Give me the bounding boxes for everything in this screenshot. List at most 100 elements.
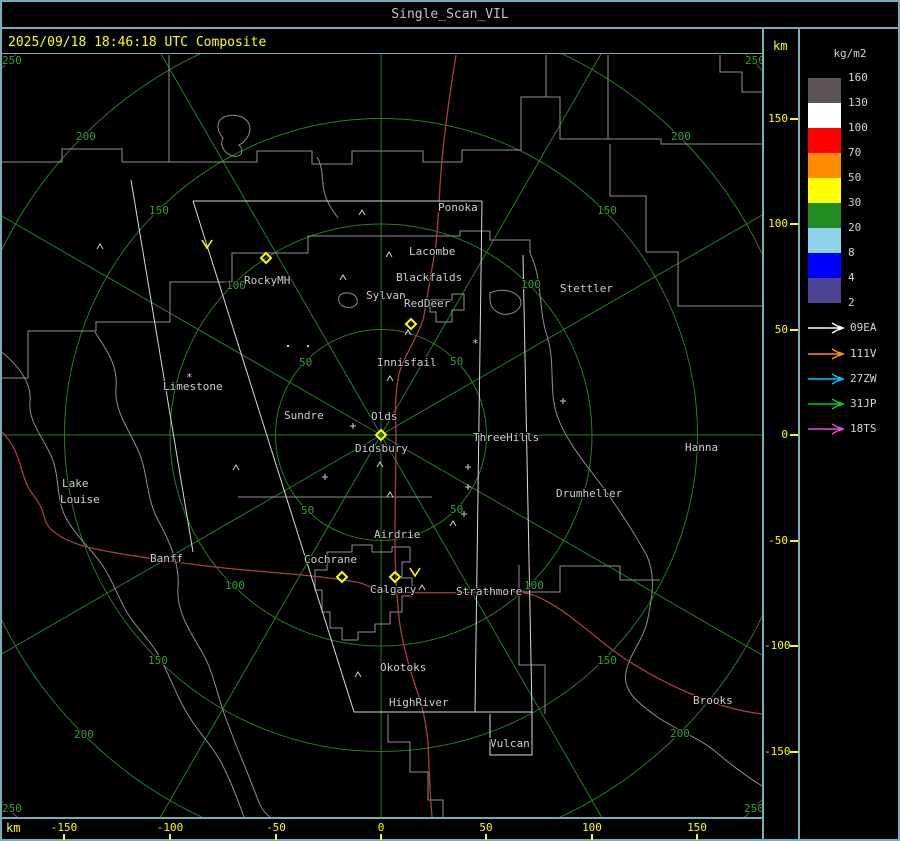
y-axis-tick (790, 434, 798, 436)
svg-text:50: 50 (450, 355, 463, 368)
x-axis-tick (485, 834, 487, 840)
y-axis-tick (790, 540, 798, 542)
svg-text:150: 150 (597, 654, 617, 667)
svg-text:250: 250 (2, 54, 22, 67)
x-axis-label--100: -100 (156, 821, 184, 834)
radar-coverage-outline (130, 179, 533, 756)
svg-text:100: 100 (524, 579, 544, 592)
svg-text:100: 100 (226, 279, 246, 292)
legend-scale-value-8: 8 (848, 246, 855, 259)
radar-site-diamond-icon (388, 570, 402, 584)
legend-scale-value-70: 70 (848, 146, 862, 159)
vector-label-09EA: 09EA (850, 321, 877, 334)
y-axis-label--100: -100 (764, 639, 791, 652)
y-axis-label--50: -50 (768, 534, 788, 547)
x-axis: km -150 -100 -50 0 50 100 150 (0, 818, 763, 841)
vector-arrow-icon-31JP (808, 397, 848, 411)
vector-arrow-icon-111V (808, 347, 848, 361)
radar-map[interactable]: 250 250 250 250 200 200 200 200 150 150 150 150 100 1… (2, 54, 762, 817)
x-axis-label-50: 50 (479, 821, 493, 834)
legend-color-box (808, 203, 841, 228)
x-axis-label-0: 0 (377, 821, 385, 834)
x-axis-tick (169, 834, 171, 840)
svg-text:50: 50 (299, 356, 312, 369)
y-axis-unit-label: km (773, 39, 788, 53)
city-label-calgary: Calgary (370, 583, 417, 596)
svg-text:150: 150 (149, 204, 169, 217)
svg-text:250: 250 (744, 802, 762, 815)
city-label-threehills: ThreeHills (473, 431, 539, 444)
legend-color-box (808, 278, 841, 303)
svg-text:100: 100 (521, 278, 541, 291)
city-label-limestone: Limestone (163, 380, 223, 393)
vector-label-111V: 111V (850, 347, 877, 360)
svg-text:150: 150 (148, 654, 168, 667)
legend-scale-value-160: 160 (848, 71, 868, 84)
svg-text:*: * (472, 337, 479, 350)
legend-scale-value-2: 2 (848, 296, 855, 309)
radar-map-canvas[interactable]: 250 250 250 250 200 200 200 200 150 150 150 150 100 1… (2, 54, 762, 817)
y-axis: km 150 100 50 0 -50 -100 -150 (764, 29, 798, 841)
city-label-rockymh: RockyMH (244, 274, 290, 287)
y-axis-tick (790, 118, 798, 120)
window-title: Single_Scan_VIL (391, 7, 509, 22)
y-axis-label-50: 50 (774, 323, 788, 336)
storm-vector-icon (409, 567, 421, 578)
legend-scale-value-30: 30 (848, 196, 862, 209)
legend-color-box (808, 253, 841, 278)
city-label-cochrane: Cochrane (304, 553, 357, 566)
city-label-vulcan: Vulcan (490, 737, 530, 750)
city-label-sylvan: Sylvan (366, 289, 406, 302)
city-label-louise: Louise (60, 493, 100, 506)
city-label-airdrie: Airdrie (374, 528, 420, 541)
legend-scale-value-4: 4 (848, 271, 855, 284)
svg-text:250: 250 (745, 54, 762, 67)
x-axis-tick (380, 834, 382, 840)
x-axis-tick (591, 834, 593, 840)
city-label-reddeer: RedDeer (404, 297, 451, 310)
svg-text:200: 200 (76, 130, 96, 143)
x-axis-label-100: 100 (582, 821, 602, 834)
svg-text:250: 250 (2, 802, 22, 815)
legend-panel: kg/m2 160 130 100 70 50 30 20 8 4 2 09EA 111V 27ZW 31… (800, 29, 900, 841)
y-axis-label-0: 0 (781, 428, 788, 441)
svg-text:100: 100 (225, 579, 245, 592)
scan-timestamp: 2025/09/18 18:46:18 UTC Composite (8, 34, 267, 50)
city-label-innisfail: Innisfail (377, 356, 437, 369)
y-axis-tick (790, 645, 798, 647)
svg-text:*: * (186, 371, 193, 384)
legend-scale-value-100: 100 (848, 121, 868, 134)
azimuth-spokes (2, 54, 762, 817)
legend-scale-value-130: 130 (848, 96, 868, 109)
radar-site-diamond-icon (404, 317, 418, 331)
x-axis-tick (275, 834, 277, 840)
city-label-okotoks: Okotoks (380, 661, 426, 674)
x-axis-label--150: -150 (50, 821, 78, 834)
legend-color-box (808, 128, 841, 153)
city-label-blackfalds: Blackfalds (396, 271, 462, 284)
svg-text:150: 150 (597, 204, 617, 217)
x-axis-tick (63, 834, 65, 840)
city-label-brooks: Brooks (693, 694, 733, 707)
legend-scale-value-20: 20 (848, 221, 862, 234)
legend-color-box (808, 178, 841, 203)
city-label-sundre: Sundre (284, 409, 324, 422)
x-axis-unit-label: km (6, 821, 21, 835)
vector-arrow-icon-18TS (808, 422, 848, 436)
y-axis-label--150: -150 (764, 745, 791, 758)
legend-color-box (808, 228, 841, 253)
y-axis-tick (790, 329, 798, 331)
y-axis-label-150: 150 (768, 112, 788, 125)
y-axis-label-100: 100 (768, 217, 788, 230)
legend-color-box (808, 103, 841, 128)
legend-scale-value-50: 50 (848, 171, 862, 184)
legend-color-box (808, 78, 841, 103)
svg-text:50: 50 (301, 504, 314, 517)
city-label-didsbury: Didsbury (355, 442, 408, 455)
radar-application-window: Single_Scan_VIL 2025/09/18 18:46:18 UTC … (0, 0, 900, 841)
city-label-drumheller: Drumheller (556, 487, 623, 500)
legend-units-label: kg/m2 (833, 47, 867, 60)
svg-text:200: 200 (74, 728, 94, 741)
city-label-lacombe: Lacombe (409, 245, 455, 258)
vector-label-27ZW: 27ZW (850, 372, 877, 385)
